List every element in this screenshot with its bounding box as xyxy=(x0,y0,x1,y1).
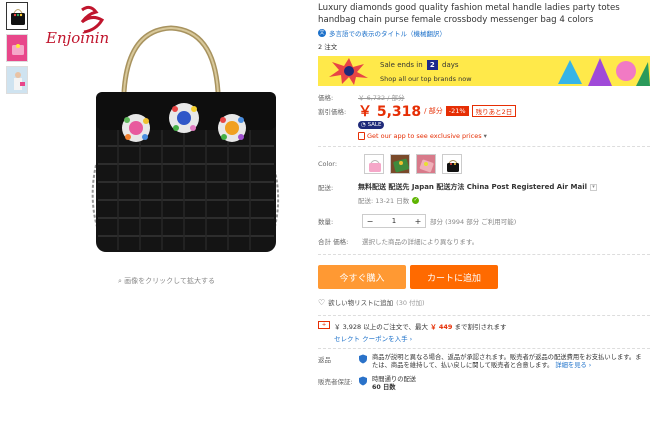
coupon-amount: ￥ 449 xyxy=(430,323,453,331)
coupon-icon: + xyxy=(318,321,330,329)
chevron-down-icon: ▾ xyxy=(590,183,597,191)
product-info: Luxury diamonds good quality fashion met… xyxy=(318,0,650,392)
returns-info: 商品が説明と異なる場合、返品が承認されます。販売者が返品の配送費用をお支払いしま… xyxy=(358,354,642,370)
shipping-method-text: 無料配送 配送先 Japan 配送方法 China Post Registere… xyxy=(358,183,587,191)
divider xyxy=(318,254,650,255)
app-coupon-link[interactable]: Get our app to see exclusive prices ▾ xyxy=(358,131,487,140)
quantity-label: 数量: xyxy=(318,218,334,226)
brand-logo: Enjoinin xyxy=(45,5,109,47)
thumbnail-black-bag[interactable] xyxy=(6,2,28,30)
thumbnail-list xyxy=(6,2,32,98)
translate-icon: 文 xyxy=(318,29,326,37)
quantity-decrease-button[interactable]: − xyxy=(363,217,377,226)
guarantee-line2: 60 日数 xyxy=(372,384,396,391)
discount-badge: -21% xyxy=(445,106,469,116)
quantity-increase-button[interactable]: + xyxy=(411,217,425,226)
total-price-text: 選択した商品の詳細により異なります。 xyxy=(362,238,479,246)
delivery-time: 配送: 13-21 日数 xyxy=(358,197,410,205)
original-price: ￥ 6,732 / 部分 xyxy=(358,93,405,102)
shield-icon xyxy=(359,354,367,364)
divider xyxy=(318,315,650,316)
quantity-input[interactable]: 1 xyxy=(377,217,411,225)
color-swatch-pink[interactable] xyxy=(364,154,384,174)
wishlist-link[interactable]: ♡ 欲しい物リストに追加 (30 付加) xyxy=(318,297,650,308)
shipping-label: 配送: xyxy=(318,184,334,192)
product-title: Luxury diamonds good quality fashion met… xyxy=(318,3,620,25)
clock-shield-icon xyxy=(359,376,367,386)
main-product-image[interactable]: Enjoinin xyxy=(36,0,308,270)
returns-label: 返品 xyxy=(318,356,331,364)
add-to-cart-button[interactable]: カートに追加 xyxy=(410,265,498,289)
price-unit: / 部分 xyxy=(424,107,443,115)
phone-icon xyxy=(358,131,365,140)
promo-decoration-icon xyxy=(558,58,650,86)
buy-now-button[interactable]: 今すぐ購入 xyxy=(318,265,406,289)
shipping-info[interactable]: 無料配送 配送先 Japan 配送方法 China Post Registere… xyxy=(358,182,597,205)
divider xyxy=(318,146,650,147)
color-swatch-green[interactable] xyxy=(390,154,410,174)
days-left-badge: 残りあと2日 xyxy=(471,105,517,117)
translate-title-link[interactable]: 文 多言語での表示のタイトル（機械翻訳） xyxy=(318,28,650,38)
divider xyxy=(318,348,650,349)
coupon-link[interactable]: セレクト クーポンを入手 › xyxy=(334,333,506,343)
heart-icon: ♡ xyxy=(318,297,326,307)
guarantee-line1: 時間通りの配送 xyxy=(372,376,417,383)
discount-price-label: 割引価格: xyxy=(318,108,347,116)
days-label: days xyxy=(442,61,459,69)
color-options xyxy=(364,154,462,174)
brands-link[interactable]: Shop all our top brands now xyxy=(380,75,472,83)
current-price: ￥ 5,318 xyxy=(358,104,422,120)
svg-text:Enjoinin: Enjoinin xyxy=(45,29,109,47)
days-count: 2 xyxy=(426,60,438,70)
sale-badge: ◔ SALE xyxy=(358,121,385,129)
thumbnail-pink-bag[interactable] xyxy=(6,34,28,62)
quantity-available: 部分 (3994 部分 ご利用可能) xyxy=(430,218,517,226)
promo-banner[interactable]: Sale ends in 2 days Shop all our top bra… xyxy=(318,56,650,86)
coupon-text: ￥ 3,928 以上のご注文で、最大 xyxy=(334,323,428,331)
guarantee-info: 時間通りの配送 60 日数 xyxy=(358,376,416,392)
coupon-text-suffix: まで割引されます xyxy=(454,323,507,331)
check-icon: ✓ xyxy=(412,196,420,204)
returns-details-link[interactable]: 詳細を見る › xyxy=(555,362,591,369)
chevron-down-icon: ▾ xyxy=(483,131,487,140)
color-label: Color: xyxy=(318,160,338,168)
promo-burst-icon xyxy=(329,58,368,85)
guarantee-label: 販売者保証: xyxy=(318,378,353,386)
order-count: 2 注文 xyxy=(318,43,338,51)
color-swatch-black[interactable] xyxy=(442,154,462,174)
returns-text: 商品が説明と異なる場合、返品が承認されます。販売者が返品の配送費用をお支払いしま… xyxy=(372,354,642,369)
total-price-label: 合計 価格: xyxy=(318,238,349,246)
original-price-label: 価格: xyxy=(318,93,334,102)
color-swatch-rose[interactable] xyxy=(416,154,436,174)
thumbnail-model-photo[interactable] xyxy=(6,66,28,94)
coupon-section: + ￥ 3,928 以上のご注文で、最大 ￥ 449 まで割引されます セレクト… xyxy=(318,321,650,343)
zoom-hint[interactable]: ⌕ 画像をクリックして拡大する xyxy=(118,276,215,286)
price-block: 価格: ￥ 6,732 / 部分 割引価格: ￥ 5,318 / 部分 -21%… xyxy=(318,91,650,141)
quantity-stepper: − 1 + xyxy=(362,214,426,228)
sale-ends-text: Sale ends in xyxy=(380,61,423,69)
